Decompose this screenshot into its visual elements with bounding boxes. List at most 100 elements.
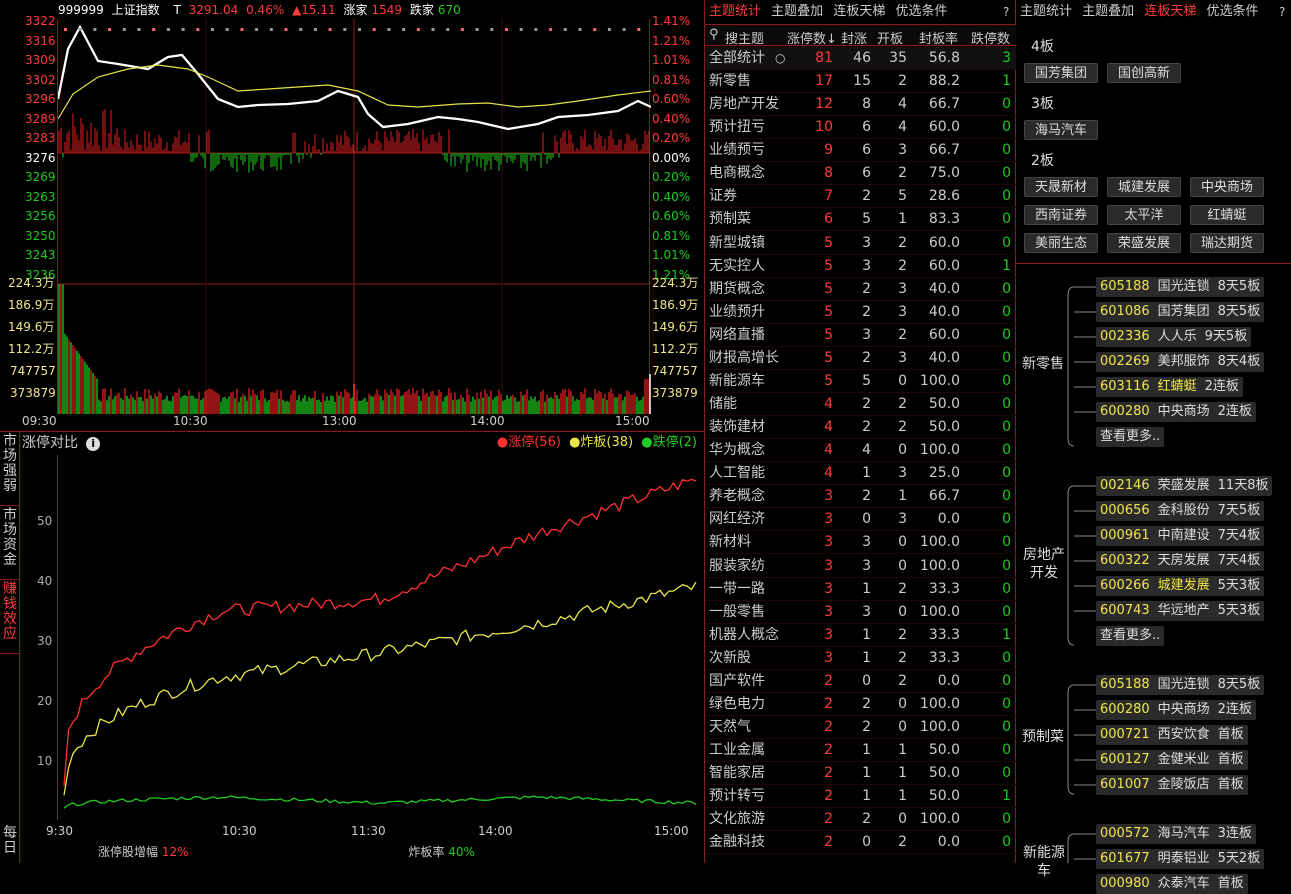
stock-chip[interactable]: 天晟新材: [1024, 177, 1098, 197]
stock-chip[interactable]: 海马汽车: [1024, 120, 1098, 140]
stock-ladder-item[interactable]: 601007金陵饭店首板: [1096, 775, 1248, 795]
event-marker[interactable]: [373, 28, 376, 31]
event-marker[interactable]: [138, 28, 141, 31]
stock-ladder-item[interactable]: 600280中央商场2连板: [1096, 402, 1256, 422]
event-marker[interactable]: [490, 28, 493, 31]
stock-ladder-item[interactable]: 601086国芳集团8天5板: [1096, 302, 1264, 322]
tab-filter[interactable]: 优选条件: [1206, 4, 1258, 19]
event-marker[interactable]: [608, 28, 611, 31]
table-row[interactable]: 网络直播53260.00: [705, 324, 1016, 347]
stock-chip[interactable]: 国芳集团: [1024, 63, 1098, 83]
tab-theme-stats[interactable]: 主题统计: [709, 4, 761, 19]
stock-ladder-item[interactable]: 600743华远地产5天3板: [1096, 601, 1264, 621]
stock-ladder-item[interactable]: 601677明泰铝业5天2板: [1096, 849, 1264, 869]
stock-chip[interactable]: 城建发展: [1107, 177, 1181, 197]
table-row[interactable]: 新型城镇53260.00: [705, 232, 1016, 255]
info-icon[interactable]: i: [86, 437, 100, 451]
table-row[interactable]: 工业金属21150.00: [705, 739, 1016, 762]
col-seal-rate[interactable]: 封板率: [919, 28, 958, 47]
tab-daily[interactable]: 每日: [0, 826, 20, 862]
event-marker[interactable]: [79, 28, 82, 31]
event-marker[interactable]: [623, 28, 626, 31]
table-row[interactable]: 证券72528.60: [705, 185, 1016, 208]
col-limit-down[interactable]: 跌停数: [971, 28, 1010, 47]
table-row[interactable]: 业绩预亏96366.70: [705, 139, 1016, 162]
event-marker[interactable]: [211, 28, 214, 31]
stock-ladder-item[interactable]: 600322天房发展7天4板: [1096, 551, 1264, 571]
stock-chip[interactable]: 美丽生态: [1024, 233, 1098, 253]
table-row[interactable]: 文化旅游220100.00: [705, 808, 1016, 831]
event-marker[interactable]: [417, 28, 420, 31]
tab-limit-ladder[interactable]: 连板天梯: [1144, 4, 1196, 19]
tab-profit-effect[interactable]: 赚钱效应: [0, 582, 20, 654]
event-marker[interactable]: [285, 28, 288, 31]
table-row[interactable]: 绿色电力220100.00: [705, 693, 1016, 716]
event-marker[interactable]: [226, 28, 229, 31]
table-row[interactable]: 养老概念32166.70: [705, 485, 1016, 508]
stock-chip[interactable]: 瑞达期货: [1190, 233, 1264, 253]
event-marker[interactable]: [387, 28, 390, 31]
stock-ladder-item[interactable]: 000721西安饮食首板: [1096, 725, 1248, 745]
table-row[interactable]: 期货概念52340.00: [705, 278, 1016, 301]
table-row[interactable]: 业绩预升52340.00: [705, 301, 1016, 324]
event-marker[interactable]: [549, 28, 552, 31]
table-row[interactable]: 一般零售330100.00: [705, 601, 1016, 624]
stock-ladder-item[interactable]: 600280中央商场2连板: [1096, 700, 1256, 720]
event-marker[interactable]: [182, 28, 185, 31]
event-marker[interactable]: [255, 28, 258, 31]
event-marker[interactable]: [564, 28, 567, 31]
compare-chart[interactable]: [57, 455, 702, 820]
event-marker[interactable]: [343, 28, 346, 31]
table-row[interactable]: 预制菜65183.30: [705, 208, 1016, 231]
table-row[interactable]: 无实控人53260.01: [705, 255, 1016, 278]
table-row[interactable]: 新材料330100.00: [705, 531, 1016, 554]
help-icon[interactable]: ?: [1279, 5, 1285, 19]
table-row[interactable]: 次新股31233.30: [705, 647, 1016, 670]
event-marker[interactable]: [64, 28, 67, 31]
stock-ladder-item[interactable]: 605188国光连锁8天5板: [1096, 675, 1264, 695]
stock-ladder-item[interactable]: 000572海马汽车3连板: [1096, 824, 1256, 844]
event-marker[interactable]: [446, 28, 449, 31]
table-row[interactable]: 天然气220100.00: [705, 716, 1016, 739]
event-marker[interactable]: [505, 28, 508, 31]
event-marker[interactable]: [123, 28, 126, 31]
event-marker[interactable]: [593, 28, 596, 31]
tab-theme-stats[interactable]: 主题统计: [1020, 4, 1072, 19]
table-row[interactable]: 金融科技2020.00: [705, 831, 1016, 854]
event-marker[interactable]: [402, 28, 405, 31]
event-marker[interactable]: [167, 28, 170, 31]
stock-chip[interactable]: 荣盛发展: [1107, 233, 1181, 253]
event-marker[interactable]: [108, 28, 111, 31]
search-icon[interactable]: ⚲: [709, 27, 719, 42]
event-marker[interactable]: [152, 28, 155, 31]
event-marker[interactable]: [196, 28, 199, 31]
event-marker[interactable]: [358, 28, 361, 31]
tab-theme-overlay[interactable]: 主题叠加: [1082, 4, 1134, 19]
col-limit-up[interactable]: 涨停数↓: [787, 28, 837, 47]
event-marker[interactable]: [520, 28, 523, 31]
help-icon[interactable]: ?: [1003, 5, 1009, 19]
stock-chip[interactable]: 国创高新: [1107, 63, 1181, 83]
stock-ladder-item[interactable]: 000961中南建设7天4板: [1096, 526, 1264, 546]
stock-chip[interactable]: 太平洋: [1107, 205, 1181, 225]
event-marker[interactable]: [299, 28, 302, 31]
event-marker[interactable]: [461, 28, 464, 31]
tab-theme-overlay[interactable]: 主题叠加: [771, 4, 823, 19]
event-marker[interactable]: [329, 28, 332, 31]
stock-ladder-item[interactable]: 002269美邦服饰8天4板: [1096, 352, 1264, 372]
table-row[interactable]: 装饰建材42250.00: [705, 416, 1016, 439]
stock-ladder-item[interactable]: 000980众泰汽车首板: [1096, 874, 1248, 894]
table-row[interactable]: 预计转亏21150.01: [705, 785, 1016, 808]
table-row[interactable]: 储能42250.00: [705, 393, 1016, 416]
table-row[interactable]: 全部统计○81463556.83: [705, 47, 1016, 70]
stock-ladder-item[interactable]: 002336人人乐9天5板: [1096, 327, 1251, 347]
stock-ladder-item[interactable]: 605188国光连锁8天5板: [1096, 277, 1264, 297]
table-row[interactable]: 财报高增长52340.00: [705, 347, 1016, 370]
table-row[interactable]: 新零售1715288.21: [705, 70, 1016, 93]
refresh-icon[interactable]: ○: [775, 47, 785, 70]
tab-market-strength[interactable]: 市场强弱: [0, 434, 20, 506]
table-row[interactable]: 新能源车550100.00: [705, 370, 1016, 393]
col-opened[interactable]: 开板: [877, 28, 903, 47]
table-row[interactable]: 华为概念440100.00: [705, 439, 1016, 462]
table-row[interactable]: 房地产开发128466.70: [705, 93, 1016, 116]
